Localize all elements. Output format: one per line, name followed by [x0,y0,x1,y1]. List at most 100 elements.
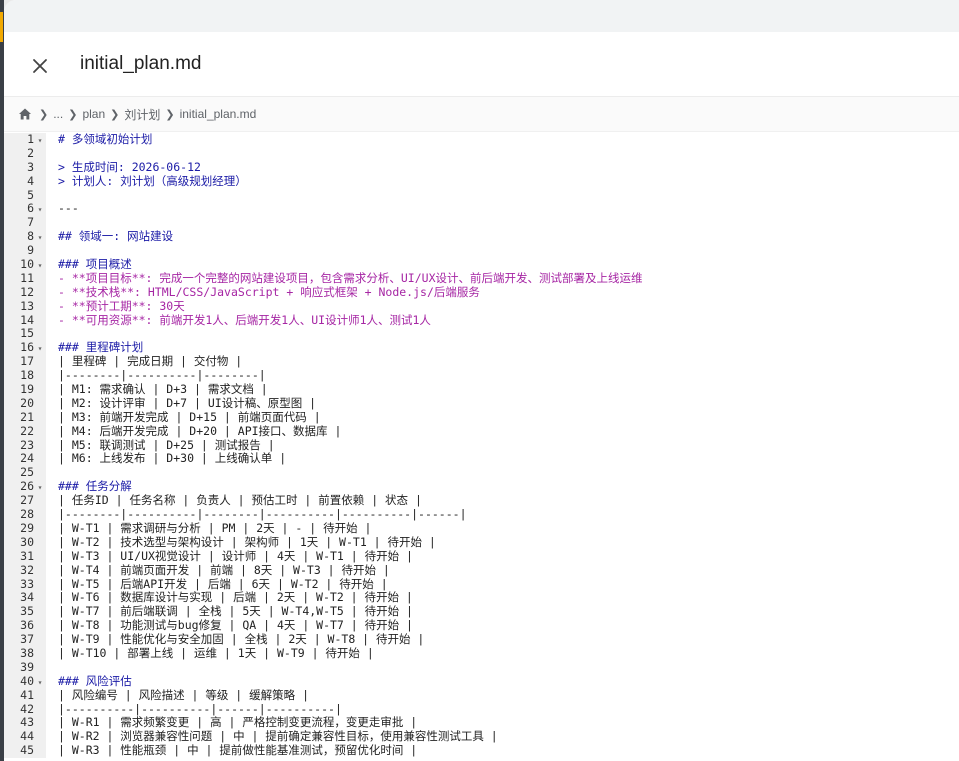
line-number: 32 [20,562,34,577]
home-icon[interactable] [18,107,32,121]
fold-toggle-icon[interactable]: ▾ [34,134,46,148]
code-line[interactable]: 20 | M2: 设计评审 | D+7 | UI设计稿、原型图 | [4,395,959,411]
code-line[interactable]: 9 [4,243,959,259]
line-gutter: 5 [4,187,46,203]
preview-header: initial_plan.md [4,32,959,97]
code-line[interactable]: 8 ▾ ## 领域一: 网站建设 [4,229,959,245]
code-line[interactable]: 6 ▾ --- [4,202,959,217]
line-text [46,661,58,675]
code-line[interactable]: 37 | W-T9 | 性能优化与安全加固 | 全栈 | 2天 | W-T8 | … [4,632,959,647]
line-number: 1 [27,133,34,146]
line-number: 11 [20,270,34,285]
code-line[interactable]: 32 | W-T4 | 前端页面开发 | 前端 | 8天 | W-T3 | 待开始… [4,562,959,578]
code-line[interactable]: 40 ▾ ### 风险评估 [4,674,959,690]
code-line[interactable]: 43 | W-R1 | 需求频繁变更 | 高 | 严格控制变更流程，变更走审批 | [4,716,959,731]
code-line[interactable]: 41 | 风险编号 | 风险描述 | 等级 | 缓解策略 | [4,688,959,703]
line-text: | M5: 联调测试 | D+25 | 测试报告 | [58,437,275,452]
line-text [46,147,58,161]
line-gutter: 21 [4,410,46,425]
line-gutter: 3 [4,160,46,175]
breadcrumb-item-plan[interactable]: plan [82,107,105,121]
line-number: 26 [20,479,34,494]
line-text: > 计划人: 刘计划（高级规划经理） [58,173,247,188]
code-line[interactable]: 26 ▾ ### 任务分解 [4,479,959,495]
line-number: 5 [27,187,34,202]
fold-toggle-icon[interactable]: ▾ [34,203,46,217]
code-line[interactable]: 11 - **项目目标**: 完成一个完整的网站建设项目，包含需求分析、UI/UX… [4,270,959,286]
breadcrumb-item-ellipsis[interactable]: ... [53,107,63,121]
fold-toggle-icon[interactable]: ▾ [34,259,46,273]
line-number: 10 [20,257,34,272]
code-line[interactable]: 17 | 里程碑 | 完成日期 | 交付物 | [4,354,959,370]
line-text: | M2: 设计评审 | D+7 | UI设计稿、原型图 | [58,395,317,410]
code-line[interactable]: 33 | W-T5 | 后端API开发 | 后端 | 6天 | W-T2 | 待开… [4,577,959,592]
line-gutter: 20 [4,395,46,411]
fold-toggle-icon[interactable]: ▾ [34,231,46,245]
code-line[interactable]: 28 |--------|----------|--------|--------… [4,507,959,522]
fold-toggle-icon[interactable]: ▾ [34,481,46,495]
line-gutter: 25 [4,465,46,481]
code-line[interactable]: 5 [4,187,959,203]
line-gutter: 43 [4,716,46,731]
code-line[interactable]: 24 | M6: 上线发布 | D+30 | 上线确认单 | [4,452,959,467]
line-number: 13 [20,298,34,313]
code-line[interactable]: 4 > 计划人: 刘计划（高级规划经理） [4,173,959,189]
code-line[interactable]: 14 - **可用资源**: 前端开发1人、后端开发1人、UI设计师1人、测试1人 [4,313,959,328]
line-number: 28 [20,507,34,522]
code-line[interactable]: 45 | W-R3 | 性能瓶颈 | 中 | 提前做性能基准测试，预留优化时间 | [4,743,959,759]
code-line[interactable]: 7 [4,215,959,231]
line-text [46,466,58,480]
code-line[interactable]: 31 | W-T3 | UI/UX视觉设计 | 设计师 | 4天 | W-T1 |… [4,549,959,564]
line-number: 37 [20,632,34,647]
fold-toggle-icon[interactable]: ▾ [34,676,46,690]
code-line[interactable]: 35 | W-T7 | 前后端联调 | 全栈 | 5天 | W-T4,W-T5 |… [4,604,959,620]
code-editor[interactable]: 1 ▾ # 多领域初始计划 2 3 > 生成时间: 2026-06-12 4 > 计划人: 刘… [4,133,959,761]
line-gutter: 22 [4,424,46,439]
line-text: - **预计工期**: 30天 [58,298,185,313]
line-gutter: 30 [4,535,46,550]
code-line[interactable]: 42 |----------|----------|------|--------… [4,702,959,717]
line-gutter: 11 [4,270,46,286]
code-line[interactable]: 36 | W-T8 | 功能测试与bug修复 | QA | 4天 | W-T7 |… [4,618,959,634]
line-gutter: 16 ▾ [4,340,46,356]
code-line[interactable]: 18 |--------|----------|--------| [4,368,959,384]
line-text [46,244,58,258]
code-line[interactable]: 22 | M4: 后端开发完成 | D+20 | API接口、数据库 | [4,423,959,439]
line-number: 36 [20,618,34,633]
line-gutter: 15 [4,327,46,342]
line-gutter: 36 [4,618,46,634]
line-number: 17 [20,354,34,369]
code-line[interactable]: 2 [4,146,959,161]
code-line[interactable]: 34 | W-T6 | 数据库设计与实现 | 后端 | 2天 | W-T2 | 待… [4,590,959,606]
line-number: 38 [20,645,34,660]
line-gutter: 10 ▾ [4,257,46,273]
line-gutter: 19 [4,382,46,397]
line-text: | W-T10 | 部署上线 | 运维 | 1天 | W-T9 | 待开始 | [58,645,374,660]
code-line[interactable]: 27 | 任务ID | 任务名称 | 负责人 | 预估工时 | 前置依赖 | 状态… [4,493,959,509]
code-line[interactable]: 16 ▾ ### 里程碑计划 [4,340,959,356]
code-line[interactable]: 39 [4,660,959,675]
code-line[interactable]: 13 - **预计工期**: 30天 [4,298,959,314]
line-gutter: 1 ▾ [4,133,46,147]
code-line[interactable]: 38 | W-T10 | 部署上线 | 运维 | 1天 | W-T9 | 待开始 … [4,645,959,661]
code-line[interactable]: 44 | W-R2 | 浏览器兼容性问题 | 中 | 提前确定兼容性目标，使用兼容… [4,729,959,745]
code-line[interactable]: 30 | W-T2 | 技术选型与架构设计 | 架构师 | 1天 | W-T1 |… [4,535,959,550]
line-text: | M4: 后端开发完成 | D+20 | API接口、数据库 | [58,423,342,438]
code-line[interactable]: 29 | W-T1 | 需求调研与分析 | PM | 2天 | - | 待开始 | [4,521,959,536]
code-line[interactable]: 25 [4,465,959,481]
close-button[interactable] [26,52,54,80]
code-line[interactable]: 3 > 生成时间: 2026-06-12 [4,160,959,175]
line-text: | M1: 需求确认 | D+3 | 需求文档 | [58,382,268,397]
code-line[interactable]: 19 | M1: 需求确认 | D+3 | 需求文档 | [4,382,959,397]
line-gutter: 23 [4,438,46,453]
line-number: 20 [20,395,34,410]
code-line[interactable]: 21 | M3: 前端开发完成 | D+15 | 前端页面代码 | [4,410,959,425]
code-line[interactable]: 12 - **技术栈**: HTML/CSS/JavaScript + 响应式框架… [4,285,959,300]
line-gutter: 29 [4,521,46,536]
code-line[interactable]: 1 ▾ # 多领域初始计划 [4,133,959,147]
fold-toggle-icon[interactable]: ▾ [34,342,46,356]
code-line[interactable]: 15 [4,327,959,342]
code-line[interactable]: 23 | M5: 联调测试 | D+25 | 测试报告 | [4,437,959,453]
breadcrumb-item-folder[interactable]: 刘计划 [124,106,160,123]
code-line[interactable]: 10 ▾ ### 项目概述 [4,257,959,273]
